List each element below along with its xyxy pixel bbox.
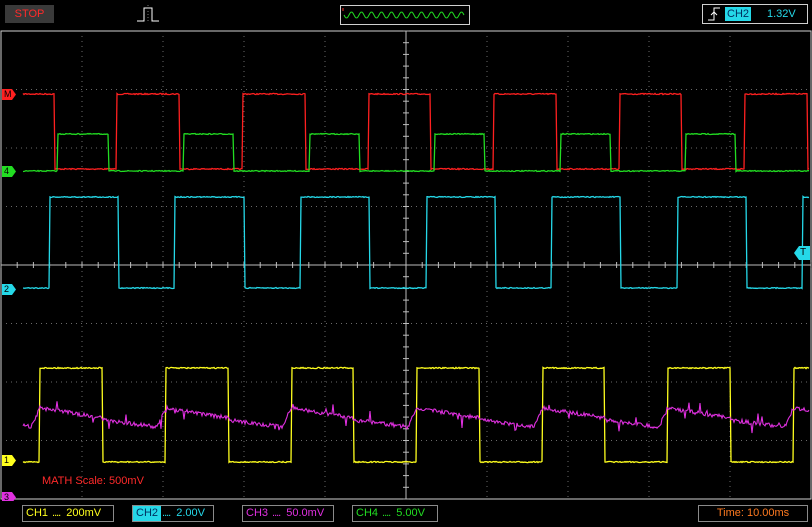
trigger-source: CH2 <box>725 7 752 21</box>
ch2-scale-box[interactable]: CH2.... 2.00V <box>132 505 214 522</box>
memory-wave-icon <box>342 8 465 19</box>
scope-graticule <box>0 30 812 500</box>
ch4-offset-marker[interactable]: 4 <box>2 166 16 177</box>
ch1-scale-box[interactable]: CH1.... 200mV <box>22 505 114 522</box>
ch1-offset-marker[interactable]: 1 <box>2 455 16 466</box>
ch3-scale-box[interactable]: CH3.... 50.0mV <box>242 505 334 522</box>
math-offset-marker[interactable]: M <box>2 89 16 100</box>
rising-edge-icon <box>708 7 720 21</box>
trigger-level-marker[interactable]: T <box>794 246 810 260</box>
ch4-scale-box[interactable]: CH4.... 5.00V <box>352 505 438 522</box>
pulse-trigger-icon <box>137 5 159 23</box>
trigger-info-panel[interactable]: CH2 1.32V <box>702 4 808 24</box>
timebase-readout[interactable]: Time: 10.00ms <box>698 505 808 522</box>
math-scale-readout: MATH Scale: 500mV <box>42 475 144 487</box>
run-stop-button[interactable]: STOP <box>5 5 54 23</box>
trigger-level: 1.32V <box>767 8 796 20</box>
bottom-status-bar: CH1.... 200mV CH2.... 2.00V CH3.... 50.0mV … <box>0 501 812 527</box>
memory-position-strip[interactable] <box>340 5 470 25</box>
top-status-bar: STOP CH2 1.32V <box>0 0 812 28</box>
waveform-display[interactable]: M 4 2 1 3 T MATH Scale: 500mV <box>0 30 812 503</box>
ch2-offset-marker[interactable]: 2 <box>2 284 16 295</box>
